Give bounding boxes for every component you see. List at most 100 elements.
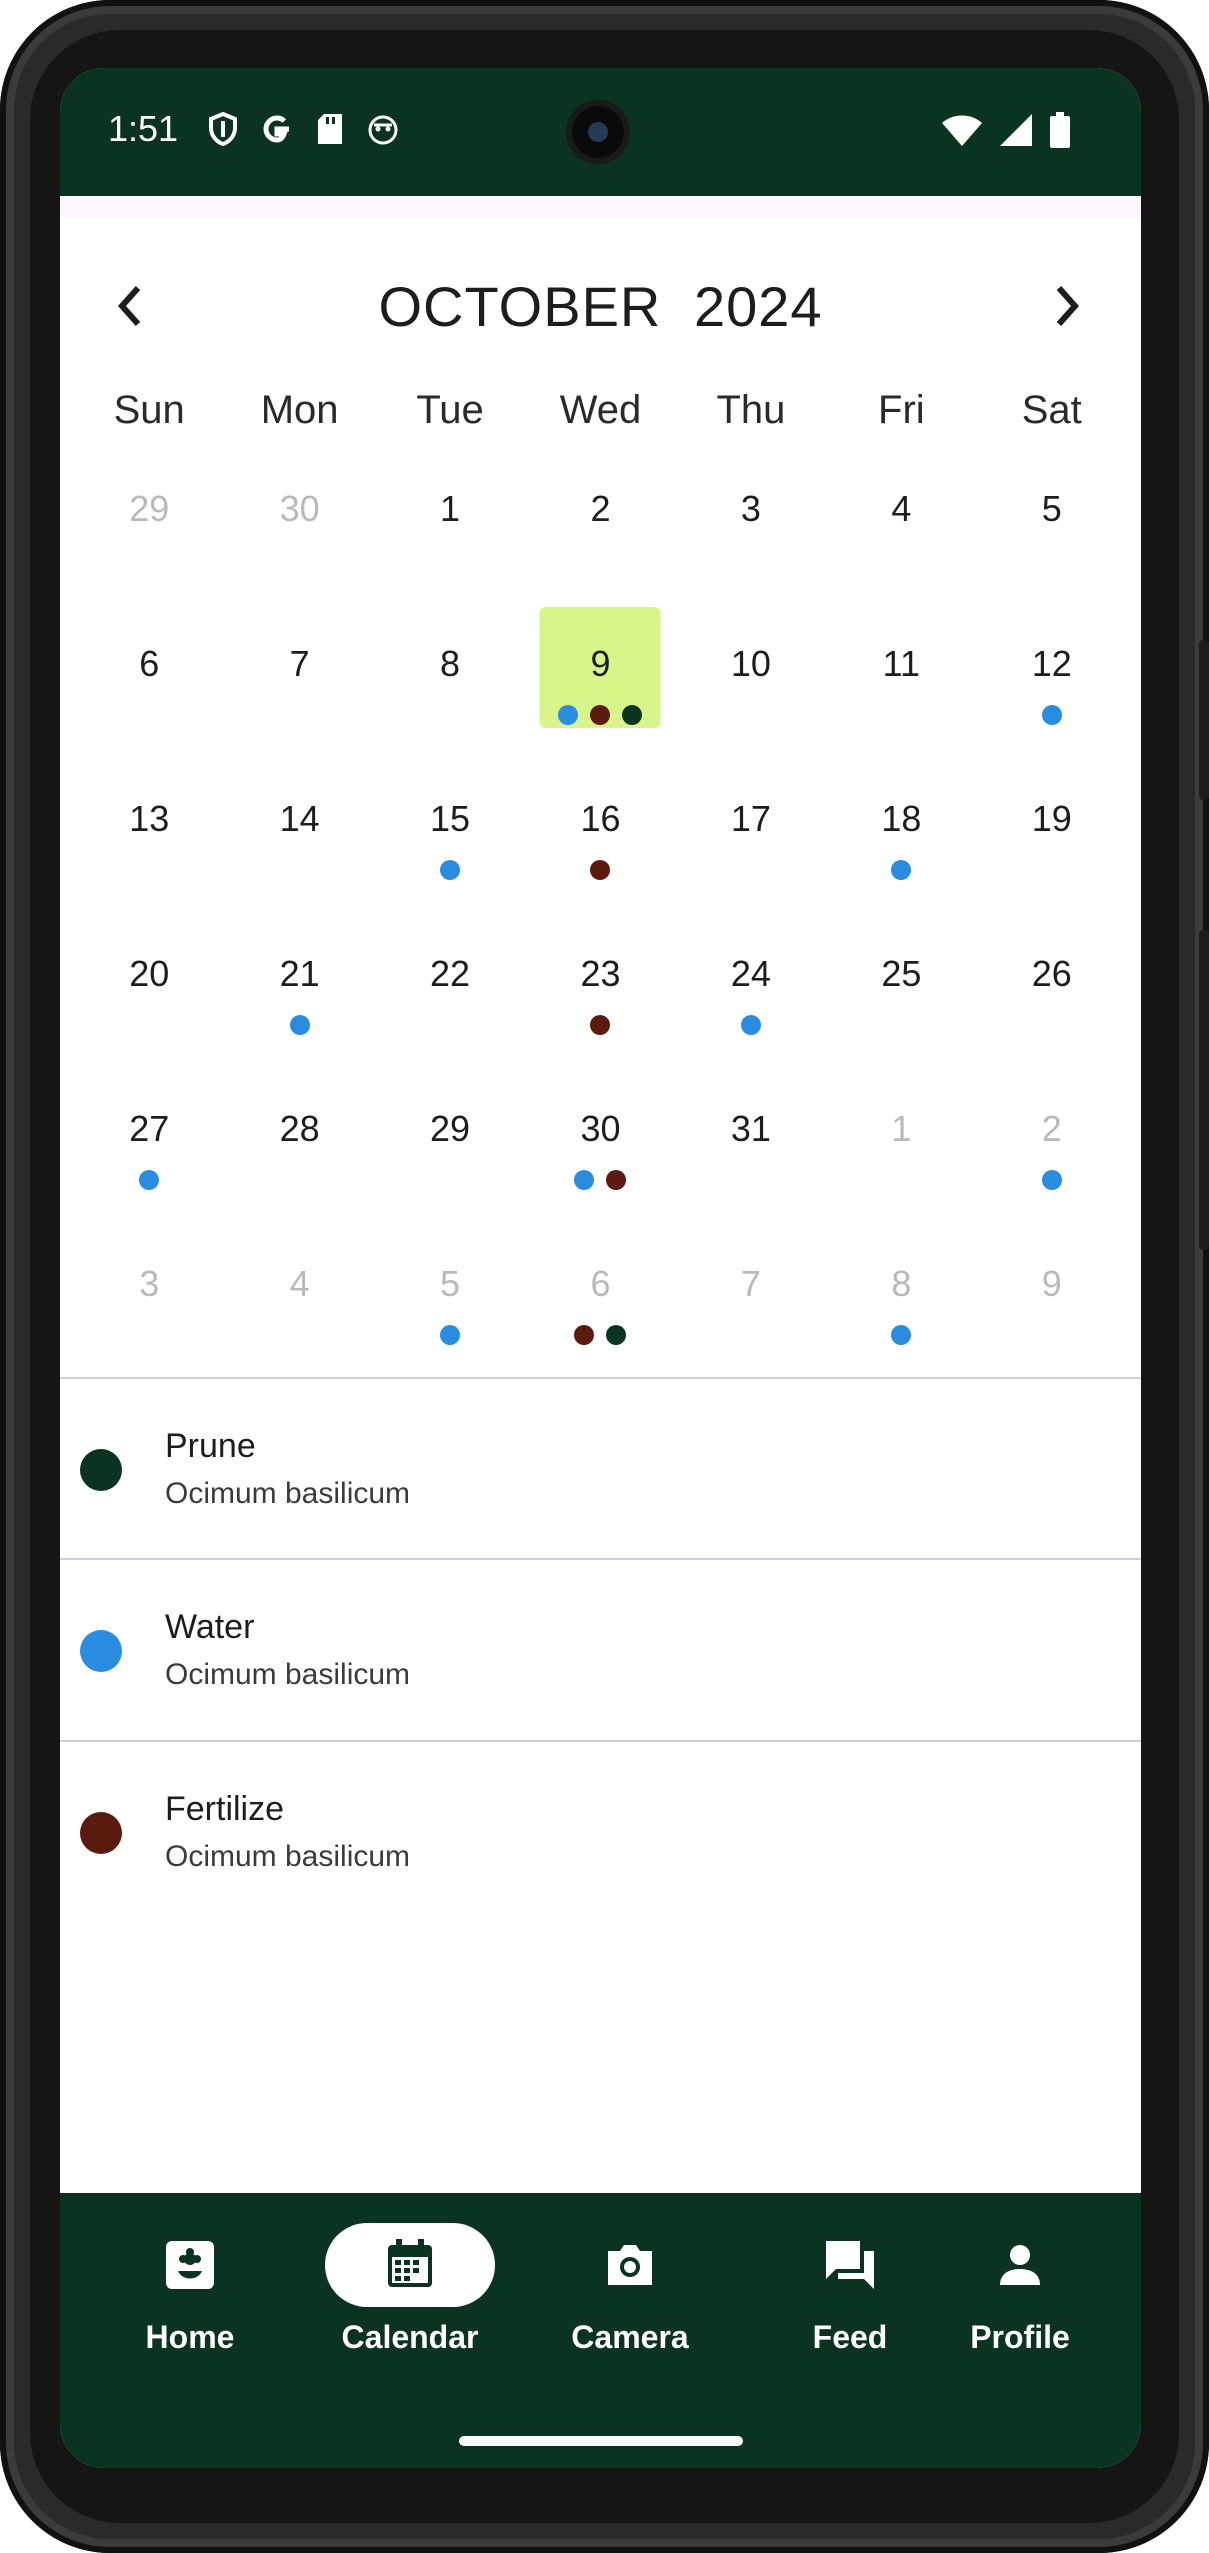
day-cell[interactable]: 19 bbox=[977, 798, 1127, 953]
top-strip bbox=[60, 196, 1141, 218]
day-cell[interactable]: 29 bbox=[375, 1108, 525, 1263]
legend-title: Water bbox=[165, 1608, 255, 1646]
fertilize-color-dot bbox=[80, 1812, 122, 1854]
day-cell[interactable]: 28 bbox=[224, 1108, 374, 1263]
day-cell[interactable]: 18 bbox=[826, 798, 976, 953]
chat-icon bbox=[826, 2241, 874, 2289]
day-cell[interactable]: 4 bbox=[826, 488, 976, 643]
nav-item-calendar[interactable]: Calendar bbox=[310, 2223, 510, 2383]
day-number: 6 bbox=[139, 643, 160, 684]
water-event-dot bbox=[1041, 1170, 1062, 1190]
day-cell[interactable]: 1 bbox=[375, 488, 525, 643]
nav-item-home[interactable]: Home bbox=[90, 2223, 290, 2383]
event-dots bbox=[289, 1015, 310, 1035]
day-cell[interactable]: 7 bbox=[224, 643, 374, 798]
legend-title: Prune bbox=[165, 1427, 256, 1465]
day-number: 30 bbox=[580, 1108, 621, 1149]
day-cell[interactable]: 31 bbox=[676, 1108, 826, 1263]
legend-item-prune[interactable]: Prune Ocimum basilicum bbox=[60, 1379, 1141, 1559]
day-cell[interactable]: 30 bbox=[224, 488, 374, 643]
event-dots bbox=[891, 1325, 912, 1345]
event-dots bbox=[1041, 705, 1062, 725]
day-cell[interactable]: 21 bbox=[224, 953, 374, 1108]
day-cell[interactable]: 15 bbox=[375, 798, 525, 953]
legend-item-water[interactable]: Water Ocimum basilicum bbox=[60, 1560, 1141, 1740]
day-cell[interactable]: 23 bbox=[525, 953, 675, 1108]
prune-color-dot bbox=[80, 1449, 122, 1491]
day-cell[interactable]: 29 bbox=[74, 488, 224, 643]
day-cell[interactable]: 27 bbox=[74, 1108, 224, 1263]
water-event-dot bbox=[891, 1325, 912, 1345]
day-number: 10 bbox=[730, 643, 771, 684]
day-cell[interactable]: 26 bbox=[977, 953, 1127, 1108]
sd-card-icon bbox=[318, 114, 342, 144]
day-cell[interactable]: 8 bbox=[375, 643, 525, 798]
event-dots bbox=[891, 860, 912, 880]
signal-icon bbox=[1000, 114, 1032, 146]
day-cell[interactable]: 24 bbox=[676, 953, 826, 1108]
wifi-icon bbox=[942, 115, 982, 146]
day-number: 14 bbox=[279, 798, 320, 839]
event-dots bbox=[574, 1325, 627, 1345]
day-cell[interactable]: 10 bbox=[676, 643, 826, 798]
event-dots bbox=[590, 860, 611, 880]
calendar-grid: 29 30 1 2 3 4 5 6 7 8 9 10 11 12 13 14 15 16 17 18 19 20 21 22 2… bbox=[60, 488, 1141, 1418]
selected-day-cell[interactable]: 9 bbox=[525, 607, 675, 798]
day-number: 28 bbox=[279, 1108, 320, 1149]
calendar-icon bbox=[388, 2239, 432, 2287]
event-dots bbox=[590, 1015, 611, 1035]
day-number: 12 bbox=[1031, 643, 1072, 684]
day-cell[interactable]: 17 bbox=[676, 798, 826, 953]
day-cell[interactable]: 5 bbox=[977, 488, 1127, 643]
day-number: 11 bbox=[882, 643, 921, 684]
day-number: 5 bbox=[440, 1263, 461, 1304]
day-cell[interactable]: 11 bbox=[826, 643, 976, 798]
day-cell[interactable]: 13 bbox=[74, 798, 224, 953]
day-number: 7 bbox=[289, 643, 310, 684]
nav-item-camera[interactable]: Camera bbox=[530, 2223, 730, 2383]
legend-subtitle: Ocimum basilicum bbox=[165, 1658, 411, 1691]
day-number: 25 bbox=[881, 953, 922, 994]
day-cell[interactable]: 6 bbox=[74, 643, 224, 798]
day-number: 4 bbox=[891, 488, 912, 529]
day-number: 29 bbox=[430, 1108, 471, 1149]
fertilize-event-dot bbox=[590, 1015, 611, 1035]
day-cell[interactable]: 3 bbox=[676, 488, 826, 643]
day-number: 7 bbox=[740, 1263, 761, 1304]
nav-label: Home bbox=[145, 2319, 235, 2355]
day-number: 30 bbox=[279, 488, 320, 529]
water-event-dot bbox=[891, 860, 912, 880]
shield-icon bbox=[209, 112, 237, 146]
day-cell[interactable]: 20 bbox=[74, 953, 224, 1108]
day-number: 29 bbox=[129, 488, 170, 529]
day-number: 3 bbox=[740, 488, 761, 529]
next-month-button[interactable] bbox=[1035, 274, 1099, 338]
day-cell[interactable]: 25 bbox=[826, 953, 976, 1108]
day-number: 6 bbox=[590, 1263, 611, 1304]
legend-item-fertilize[interactable]: Fertilize Ocimum basilicum bbox=[60, 1742, 1141, 1922]
day-cell[interactable]: 14 bbox=[224, 798, 374, 953]
day-cell[interactable]: 16 bbox=[525, 798, 675, 953]
nav-item-profile[interactable]: Profile bbox=[920, 2223, 1120, 2383]
day-cell[interactable]: 2 bbox=[977, 1108, 1127, 1263]
home-gesture-bar[interactable] bbox=[459, 2436, 743, 2446]
phone-frame: 1:51 OCTOBER 2024 Sun Mon Tue Wed Thu Fr… bbox=[0, 0, 1209, 2553]
event-dots bbox=[139, 1170, 160, 1190]
prune-event-dot bbox=[606, 1325, 627, 1345]
camera-icon bbox=[608, 2245, 652, 2285]
month-label: OCTOBER bbox=[378, 275, 662, 338]
weekday-label: Sun bbox=[113, 388, 185, 432]
day-cell[interactable]: 1 bbox=[826, 1108, 976, 1263]
day-number: 16 bbox=[580, 798, 621, 839]
weekday-label: Fri bbox=[878, 388, 925, 432]
year-label: 2024 bbox=[693, 275, 823, 338]
day-number: 22 bbox=[430, 953, 471, 994]
day-cell[interactable]: 30 bbox=[525, 1108, 675, 1263]
water-event-dot bbox=[440, 860, 461, 880]
day-cell[interactable]: 22 bbox=[375, 953, 525, 1108]
calendar-header: OCTOBER 2024 bbox=[60, 268, 1141, 348]
day-number: 24 bbox=[730, 953, 771, 994]
event-dots bbox=[440, 860, 461, 880]
day-cell[interactable]: 12 bbox=[977, 643, 1127, 798]
event-dots bbox=[1041, 1170, 1062, 1190]
